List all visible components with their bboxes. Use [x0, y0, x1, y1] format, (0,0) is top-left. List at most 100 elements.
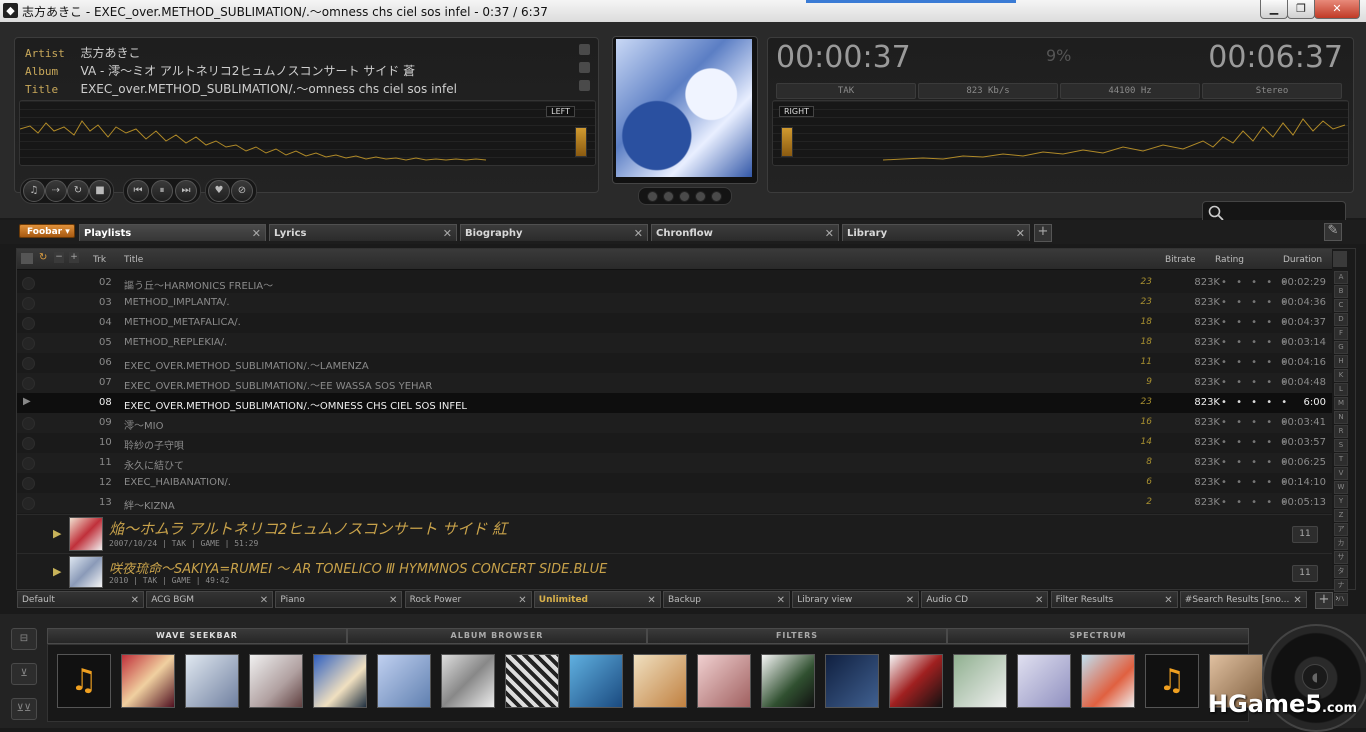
- page-dot[interactable]: [695, 191, 706, 202]
- table-row[interactable]: 06 EXEC_OVER.METHOD_SUBLIMATION/.～LAMENZA…: [17, 353, 1332, 373]
- playlist-tab[interactable]: Backup ✕: [663, 591, 790, 608]
- double-down-icon[interactable]: ⊻⊻: [11, 698, 37, 720]
- album-cover[interactable]: [505, 654, 559, 708]
- minimize-button[interactable]: ▁: [1260, 0, 1288, 19]
- album-cover[interactable]: [761, 654, 815, 708]
- album-group-row[interactable]: ▶ 咲夜琉命～SAKIYA=RUMEI ～ AR TONELICO Ⅲ HYMM…: [17, 553, 1332, 588]
- album-cover[interactable]: [953, 654, 1007, 708]
- heart-icon[interactable]: ♥: [208, 180, 230, 202]
- layout-icon[interactable]: ⊟: [11, 628, 37, 650]
- album-cover[interactable]: [1081, 654, 1135, 708]
- close-icon[interactable]: ✕: [389, 592, 397, 609]
- alpha-index-item[interactable]: H: [1334, 355, 1348, 368]
- close-icon[interactable]: ✕: [1035, 592, 1043, 609]
- rating-stars[interactable]: • • • • •: [1221, 337, 1290, 348]
- alpha-index-item[interactable]: L: [1334, 383, 1348, 396]
- tab-biography[interactable]: Biography ✕: [460, 224, 648, 241]
- playlist-tab[interactable]: ACG BGM ✕: [146, 591, 274, 608]
- stop-button[interactable]: ■: [89, 180, 111, 202]
- album-art[interactable]: [616, 39, 752, 177]
- table-row[interactable]: 05 METHOD_REPLEKIA/. 18 823K • • • • • 00:03:…: [17, 333, 1332, 353]
- rating-stars[interactable]: • • • • •: [1221, 397, 1290, 408]
- repeat-icon[interactable]: ↻: [67, 180, 89, 202]
- playlist-tab[interactable]: Library view ✕: [792, 591, 920, 609]
- alpha-index-item[interactable]: Z: [1334, 509, 1348, 522]
- left-waveform[interactable]: LEFT: [19, 100, 596, 166]
- close-icon[interactable]: ✕: [252, 225, 261, 242]
- tab-chronflow[interactable]: Chronflow ✕: [651, 224, 839, 241]
- alpha-index-item[interactable]: ア: [1334, 523, 1348, 536]
- rating-stars[interactable]: • • • • •: [1221, 417, 1290, 428]
- scroll-right-icon[interactable]: ›: [1335, 593, 1339, 604]
- close-icon[interactable]: ✕: [131, 592, 139, 609]
- tab-wave-seekbar[interactable]: WAVE SEEKBAR: [47, 628, 347, 644]
- close-icon[interactable]: ✕: [825, 225, 834, 242]
- album-cover[interactable]: [889, 654, 943, 708]
- alpha-index-item[interactable]: ナ: [1334, 579, 1348, 592]
- close-icon[interactable]: ✕: [443, 225, 452, 242]
- right-waveform[interactable]: RIGHT: [772, 100, 1349, 166]
- playlist-tab[interactable]: Audio CD ✕: [921, 591, 1049, 609]
- alpha-index-item[interactable]: A: [1334, 271, 1348, 284]
- columns-icon[interactable]: [1333, 251, 1347, 267]
- expand-arrow-icon[interactable]: ▶: [53, 565, 61, 578]
- alpha-index-item[interactable]: N: [1334, 411, 1348, 424]
- album-cover[interactable]: [633, 654, 687, 708]
- tab-lyrics[interactable]: Lyrics ✕: [269, 224, 457, 241]
- playlist-tab[interactable]: Filter Results ✕: [1050, 591, 1178, 608]
- table-row[interactable]: 09 澪～MIO 16 823K • • • • • 00:03:41: [17, 413, 1332, 433]
- title-edit-icon[interactable]: [579, 80, 590, 91]
- page-dot[interactable]: [711, 191, 722, 202]
- block-icon[interactable]: ⊘: [231, 180, 253, 202]
- column-trk[interactable]: Trk: [93, 255, 106, 265]
- shuffle-icon[interactable]: ⇢: [45, 180, 67, 202]
- add-playlist-button[interactable]: +: [1315, 592, 1333, 609]
- maximize-button[interactable]: ❐: [1287, 0, 1315, 19]
- rating-stars[interactable]: • • • • •: [1221, 297, 1290, 308]
- album-search-icon[interactable]: [579, 62, 590, 73]
- page-dot[interactable]: [647, 191, 658, 202]
- tab-album-browser[interactable]: ALBUM BROWSER: [347, 628, 647, 644]
- alpha-index-item[interactable]: G: [1334, 341, 1348, 354]
- album-cover[interactable]: [377, 654, 431, 708]
- close-icon[interactable]: ✕: [1293, 592, 1301, 609]
- alpha-index-item[interactable]: M: [1334, 397, 1348, 410]
- table-row[interactable]: 12 EXEC_HAIBANATION/. 6 823K • • • • • 00:14:…: [17, 473, 1332, 493]
- album-cover[interactable]: [1017, 654, 1071, 708]
- rating-stars[interactable]: • • • • •: [1221, 497, 1290, 508]
- playlist-tab[interactable]: Default ✕: [17, 591, 144, 608]
- album-cover[interactable]: ♫: [57, 654, 111, 708]
- close-icon[interactable]: ✕: [518, 592, 526, 609]
- rating-stars[interactable]: • • • • •: [1221, 317, 1290, 328]
- foobar-menu-button[interactable]: Foobar ▾: [19, 224, 75, 238]
- previous-button[interactable]: ⏮: [127, 180, 149, 202]
- alpha-index-item[interactable]: カ: [1334, 537, 1348, 550]
- rating-stars[interactable]: • • • • •: [1221, 277, 1290, 288]
- alpha-index-item[interactable]: W: [1334, 481, 1348, 494]
- table-row[interactable]: 03 METHOD_IMPLANTA/. 23 823K • • • • • 00:04:…: [17, 293, 1332, 313]
- table-row[interactable]: 11 永久に結ひて 8 823K • • • • • 00:06:25: [17, 453, 1332, 473]
- close-icon[interactable]: ✕: [1016, 225, 1025, 242]
- close-icon[interactable]: ✕: [906, 592, 914, 609]
- alpha-index-item[interactable]: S: [1334, 439, 1348, 452]
- expand-arrow-icon[interactable]: ▶: [53, 527, 61, 540]
- collapse-icon[interactable]: −: [54, 252, 64, 263]
- album-cover[interactable]: ♫: [1145, 654, 1199, 708]
- alpha-index-item[interactable]: Y: [1334, 495, 1348, 508]
- column-bitrate[interactable]: Bitrate: [1165, 255, 1196, 265]
- alpha-index-item[interactable]: タ: [1334, 565, 1348, 578]
- expand-icon[interactable]: +: [69, 252, 79, 263]
- playlist-tab[interactable]: Unlimited ✕: [533, 591, 661, 608]
- rating-stars[interactable]: • • • • •: [1221, 457, 1290, 468]
- album-cover[interactable]: [825, 654, 879, 708]
- wrench-icon[interactable]: ✎: [1324, 223, 1342, 241]
- rating-stars[interactable]: • • • • •: [1221, 357, 1290, 368]
- album-cover[interactable]: [697, 654, 751, 708]
- list-icon[interactable]: [21, 253, 33, 264]
- table-row[interactable]: 07 EXEC_OVER.METHOD_SUBLIMATION/.～EE WASS…: [17, 373, 1332, 393]
- table-row[interactable]: 02 謳う丘～HARMONICS FRELIA～ 23 823K • • • • • 00…: [17, 273, 1332, 293]
- alpha-index-item[interactable]: K: [1334, 369, 1348, 382]
- table-row[interactable]: 13 絆～KIZNA 2 823K • • • • • 00:05:13: [17, 493, 1332, 513]
- tab-filters[interactable]: FILTERS: [647, 628, 947, 644]
- table-row[interactable]: 04 METHOD_METAFALICA/. 18 823K • • • • • 00:0…: [17, 313, 1332, 333]
